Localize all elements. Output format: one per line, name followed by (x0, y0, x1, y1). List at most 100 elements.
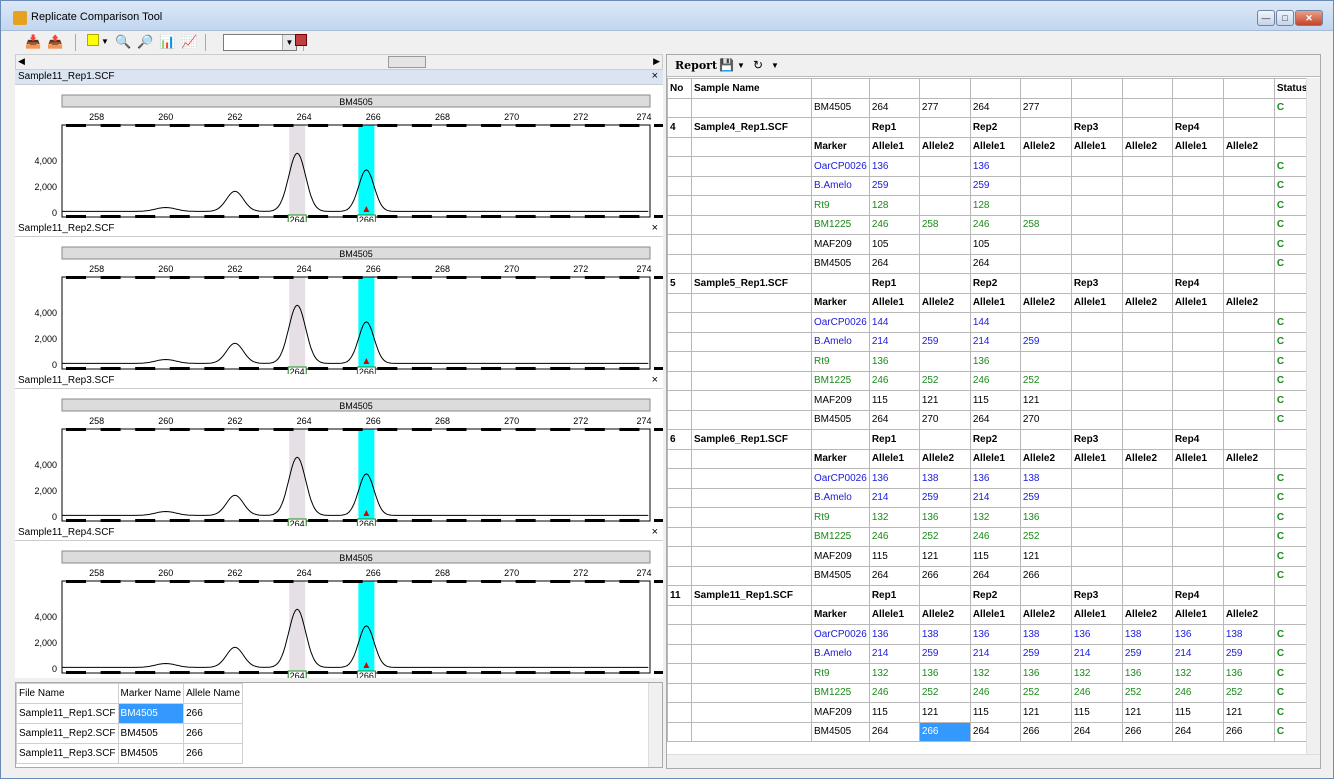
allele-header[interactable]: Allele1 (868, 136, 920, 157)
grid-cell[interactable] (691, 253, 812, 274)
file-cell[interactable]: Sample11_Rep1.SCF (16, 703, 119, 724)
grid-cell[interactable] (1273, 604, 1311, 625)
bin-highlight-selected[interactable] (358, 277, 375, 369)
grid-cell[interactable] (667, 390, 692, 411)
table-row[interactable]: Rt9 136 136 C (667, 351, 1311, 372)
minimize-button[interactable]: — (1257, 10, 1275, 26)
allele-cell[interactable] (1070, 409, 1123, 430)
grid-cell[interactable] (691, 390, 812, 411)
allele-cell[interactable]: 132 (868, 507, 920, 528)
rep-label[interactable]: Rep2 (969, 429, 1021, 450)
header-cell[interactable]: No (667, 78, 692, 99)
status-cell[interactable]: C (1273, 721, 1311, 742)
allele-cell[interactable]: 259 (918, 643, 971, 664)
grid-cell[interactable] (667, 331, 692, 352)
allele-cell[interactable] (1070, 546, 1123, 567)
status-cell[interactable]: C (1273, 507, 1311, 528)
table-row[interactable]: B.Amelo 214 259 214 259 C (667, 331, 1311, 352)
allele-cell[interactable]: 266 (183, 703, 244, 724)
sample-name[interactable]: Sample6_Rep1.SCF (691, 429, 812, 450)
allele-cell[interactable]: 246 (868, 214, 920, 235)
allele-cell[interactable]: 264 (969, 97, 1021, 118)
allele-header[interactable]: Allele2 (1121, 292, 1173, 313)
table-row[interactable]: B.Amelo 214 259 214 259 214 259 214 259 C (667, 643, 1311, 664)
grid-cell[interactable] (918, 273, 971, 294)
allele-cell[interactable]: 252 (1019, 370, 1072, 391)
allele-header[interactable]: Allele1 (1070, 448, 1123, 469)
allele-header[interactable]: Allele1 (969, 448, 1021, 469)
allele-cell[interactable]: 121 (918, 546, 971, 567)
allele-cell[interactable] (918, 312, 971, 333)
allele-cell[interactable] (1171, 390, 1224, 411)
sample-name[interactable]: Sample5_Rep1.SCF (691, 273, 812, 294)
status-cell[interactable]: C (1273, 682, 1311, 703)
grid-cell[interactable] (811, 585, 870, 606)
bin-highlight[interactable] (289, 581, 306, 673)
rep-label[interactable]: Rep4 (1171, 585, 1224, 606)
allele-cell[interactable] (1171, 351, 1224, 372)
status-cell[interactable]: C (1273, 312, 1311, 333)
grid-cell[interactable] (691, 565, 812, 586)
trace-plot[interactable]: BM4505 258 260 262 264 266 268 270 272 274 4,000 2,… (15, 389, 663, 526)
table-row[interactable]: BM4505 264 264 C (667, 253, 1311, 274)
grid-cell[interactable] (691, 195, 812, 216)
grid-cell[interactable] (691, 663, 812, 684)
allele-cell[interactable]: 264 (868, 721, 920, 742)
allele-cell[interactable] (1171, 409, 1224, 430)
allele-header[interactable]: Allele1 (868, 604, 920, 625)
grid-cell[interactable] (667, 546, 692, 567)
allele-cell[interactable]: 266 (1222, 721, 1275, 742)
allele-header[interactable]: Allele1 (1070, 292, 1123, 313)
allele-cell[interactable]: 264 (969, 409, 1021, 430)
grid-cell[interactable] (691, 468, 812, 489)
rep-label[interactable]: Rep3 (1070, 585, 1123, 606)
allele-header[interactable]: Allele1 (1171, 292, 1224, 313)
allele-cell[interactable] (1121, 487, 1173, 508)
header-cell[interactable] (811, 78, 870, 99)
allele-cell[interactable]: 246 (969, 370, 1021, 391)
status-cell[interactable]: C (1273, 565, 1311, 586)
grid-cell[interactable] (667, 448, 692, 469)
allele-cell[interactable]: 214 (868, 331, 920, 352)
marker-cell[interactable]: B.Amelo (811, 643, 870, 664)
allele-cell[interactable]: 259 (918, 487, 971, 508)
marker-header[interactable]: Marker (811, 604, 870, 625)
grid-cell[interactable] (1222, 273, 1275, 294)
overlay-icon[interactable]: 📈 (181, 34, 197, 50)
allele-cell[interactable] (918, 234, 971, 255)
trace-panel[interactable]: Sample11_Rep4.SCF × BM4505 258 260 262 264 266 2… (15, 526, 663, 678)
allele-cell[interactable]: 277 (1019, 97, 1072, 118)
status-cell[interactable]: C (1273, 214, 1311, 235)
allele-cell[interactable] (1222, 97, 1275, 118)
allele-cell[interactable] (1121, 253, 1173, 274)
table-row[interactable]: OarCP0026 136 136 C (667, 156, 1311, 177)
allele-header[interactable]: Allele2 (918, 136, 971, 157)
marker-cell[interactable]: B.Amelo (811, 175, 870, 196)
marker-cell[interactable]: B.Amelo (811, 331, 870, 352)
allele-cell[interactable] (1070, 175, 1123, 196)
allele-cell[interactable] (1070, 468, 1123, 489)
status-cell[interactable]: C (1273, 526, 1311, 547)
header-cell[interactable]: Status (1273, 78, 1311, 99)
header-cell[interactable] (868, 78, 920, 99)
allele-header[interactable]: Allele1 (969, 292, 1021, 313)
grid-cell[interactable] (667, 526, 692, 547)
grid-cell[interactable] (1273, 292, 1311, 313)
grid-cell[interactable] (691, 409, 812, 430)
allele-cell[interactable]: 270 (918, 409, 971, 430)
allele-cell[interactable]: 264 (969, 253, 1021, 274)
color-icon[interactable] (85, 34, 101, 50)
allele-cell[interactable] (1171, 526, 1224, 547)
allele-cell[interactable]: 264 (969, 721, 1021, 742)
trace-plot[interactable]: BM4505 258 260 262 264 266 268 270 272 274 4,000 2,… (15, 237, 663, 374)
table-row[interactable]: Sample11_Rep2.SCF BM4505 266 (16, 723, 244, 744)
allele-cell[interactable]: 115 (868, 546, 920, 567)
marker-header[interactable]: Marker (811, 292, 870, 313)
allele-cell[interactable]: 246 (969, 214, 1021, 235)
marker-cell[interactable]: BM4505 (811, 565, 870, 586)
col-allele-name[interactable]: Allele Name (183, 683, 244, 704)
table-row[interactable]: MAF209 105 105 C (667, 234, 1311, 255)
trace-panel[interactable]: Sample11_Rep2.SCF × BM4505 258 260 262 264 266 2… (15, 222, 663, 374)
grid-cell[interactable] (667, 292, 692, 313)
allele-cell[interactable]: 132 (868, 663, 920, 684)
